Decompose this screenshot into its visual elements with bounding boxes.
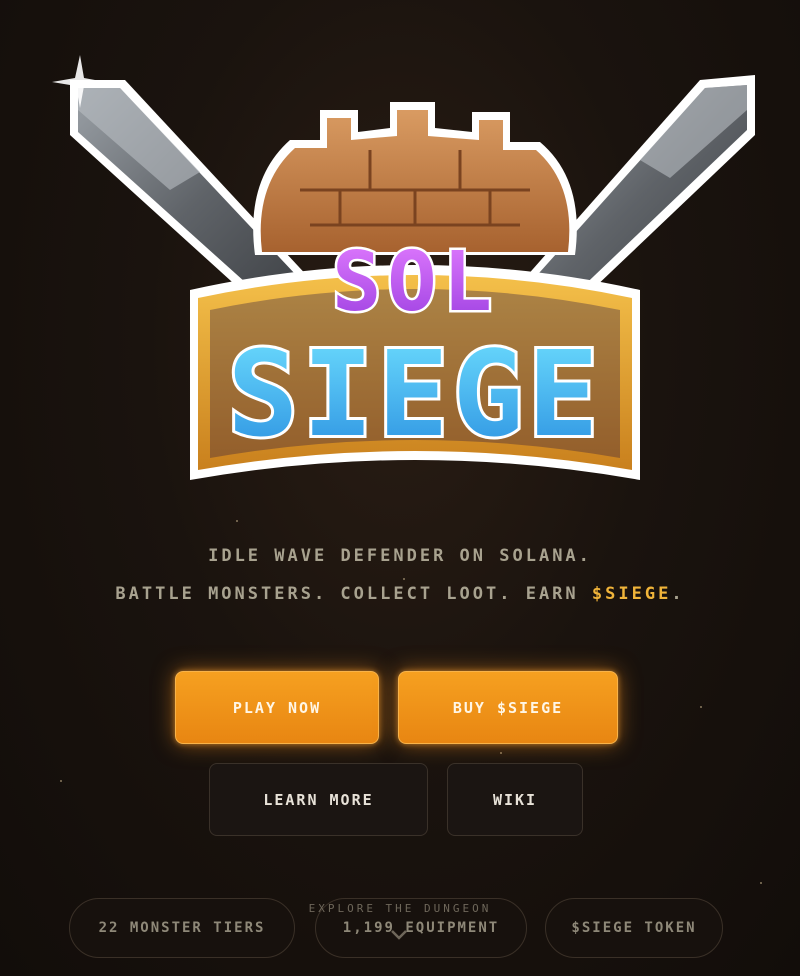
tower-icon — [253, 102, 577, 255]
tagline-line2-prefix: BATTLE MONSTERS. COLLECT LOOT. EARN — [115, 584, 592, 604]
chevron-down-icon[interactable] — [388, 924, 410, 946]
buy-siege-button[interactable]: BUY $SIEGE — [398, 671, 618, 744]
scroll-hint: EXPLORE THE DUNGEON — [308, 902, 492, 915]
play-now-button[interactable]: PLAY NOW — [175, 671, 379, 744]
background-star — [700, 706, 702, 708]
tagline-line1: IDLE WAVE DEFENDER ON SOLANA. — [208, 546, 592, 566]
logo-line2: SIEGE — [227, 325, 602, 463]
learn-more-button[interactable]: LEARN MORE — [209, 763, 428, 836]
background-star — [760, 882, 762, 884]
sol-siege-logo: SOL SIEGE — [52, 55, 755, 480]
background-star — [500, 752, 502, 754]
tagline-token-highlight: $SIEGE — [591, 584, 672, 604]
logo-line1: SOL — [332, 235, 498, 330]
background-star — [236, 520, 238, 522]
tagline-line2: BATTLE MONSTERS. COLLECT LOOT. EARN $SIE… — [0, 584, 800, 604]
background-star — [403, 578, 405, 580]
background-star — [60, 780, 62, 782]
wiki-button[interactable]: WIKI — [447, 763, 583, 836]
tagline-line2-suffix: . — [671, 584, 685, 604]
